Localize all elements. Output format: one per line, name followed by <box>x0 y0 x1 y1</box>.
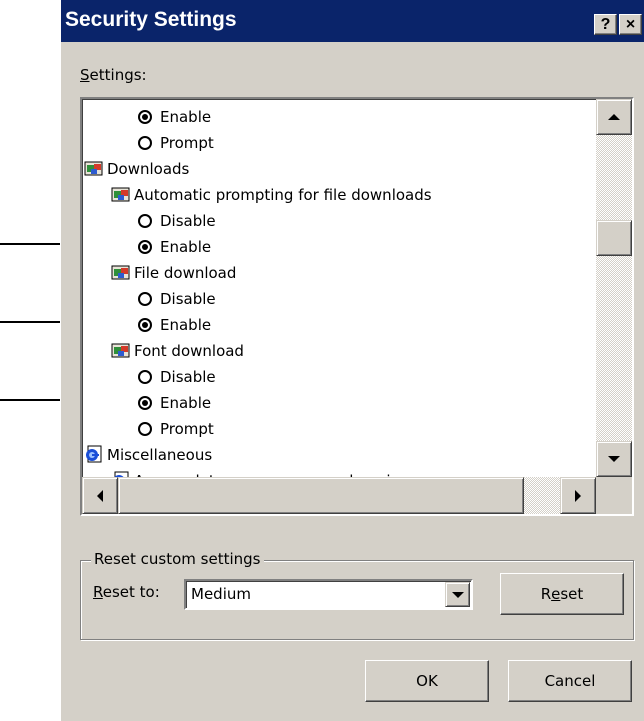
tree-item-label: Enable <box>160 394 212 412</box>
ok-button[interactable]: OK <box>365 660 489 702</box>
option-prompt[interactable]: Prompt <box>138 130 214 156</box>
option-enable[interactable]: Enable <box>138 234 211 260</box>
dialog-title: Security Settings <box>65 8 237 31</box>
tree-item-label: File download <box>134 264 237 282</box>
arrow-right-icon <box>575 489 581 502</box>
radio-unchecked-icon[interactable] <box>138 214 152 228</box>
tree-item-label: Automatic prompting for file downloads <box>134 186 432 204</box>
scrollbar-corner <box>596 477 632 514</box>
reset-button[interactable]: Re set <box>500 573 624 615</box>
arrow-down-icon <box>608 456 620 462</box>
tree-item-label: Disable <box>160 212 216 230</box>
option-prompt[interactable]: Prompt <box>138 416 214 442</box>
reset-to-label: Reset to: <box>93 583 160 601</box>
tree-setting[interactable]: Access data sources across domains <box>111 468 408 477</box>
tree-category[interactable]: Downloads <box>84 156 189 182</box>
settings-folder-icon <box>111 265 130 280</box>
tree-item-label: Enable <box>160 238 212 256</box>
scroll-right-button[interactable] <box>560 477 596 514</box>
settings-label: Settings: <box>80 66 147 84</box>
option-enable[interactable]: Enable <box>138 104 211 130</box>
radio-unchecked-icon[interactable] <box>138 136 152 150</box>
help-icon: ? <box>600 16 611 33</box>
tree-item-label: Enable <box>160 108 212 126</box>
vertical-scrollbar[interactable] <box>596 99 632 477</box>
ie-page-icon <box>86 445 102 463</box>
tree-item-label: Prompt <box>160 134 214 152</box>
security-settings-dialog: Security Settings ? × Settings: Enable Pr… <box>60 0 644 721</box>
radio-checked-icon[interactable] <box>138 318 152 332</box>
radio-unchecked-icon[interactable] <box>138 422 152 436</box>
option-disable[interactable]: Disable <box>138 286 216 312</box>
radio-unchecked-icon[interactable] <box>138 370 152 384</box>
horizontal-scrollbar[interactable] <box>82 477 596 514</box>
tree-category[interactable]: Miscellaneous <box>84 442 212 468</box>
group-legend: Reset custom settings <box>91 550 264 568</box>
reset-level-select[interactable]: Medium <box>184 579 473 610</box>
radio-checked-icon[interactable] <box>138 110 152 124</box>
tree-item-label: Disable <box>160 368 216 386</box>
settings-folder-icon <box>84 161 103 176</box>
radio-unchecked-icon[interactable] <box>138 292 152 306</box>
help-button[interactable]: ? <box>594 14 617 35</box>
vertical-scroll-thumb[interactable] <box>596 220 632 256</box>
tree-item-label: Downloads <box>107 160 190 178</box>
close-button[interactable]: × <box>619 14 642 35</box>
option-disable[interactable]: Disable <box>138 364 216 390</box>
tree-setting[interactable]: Automatic prompting for file downloads <box>111 182 432 208</box>
cancel-button[interactable]: Cancel <box>508 660 632 702</box>
scroll-down-button[interactable] <box>596 441 632 477</box>
tree-setting[interactable]: File download <box>111 260 236 286</box>
settings-tree-list[interactable]: Enable Prompt Downloads Automatic prompting… <box>80 97 634 516</box>
radio-checked-icon[interactable] <box>138 240 152 254</box>
tree-item-label: Prompt <box>160 420 214 438</box>
settings-tree[interactable]: Enable Prompt Downloads Automatic prompting… <box>82 99 596 477</box>
chevron-down-icon <box>451 591 464 598</box>
title-bar[interactable]: Security Settings ? × <box>61 0 644 42</box>
settings-folder-icon <box>111 343 130 358</box>
scroll-up-button[interactable] <box>596 99 632 135</box>
scroll-left-button[interactable] <box>82 477 118 514</box>
horizontal-scroll-thumb[interactable] <box>118 477 524 514</box>
reset-level-value: Medium <box>191 585 251 603</box>
arrow-left-icon <box>97 489 103 502</box>
tree-setting[interactable]: Font download <box>111 338 244 364</box>
reset-level-dropdown-button[interactable] <box>445 582 470 607</box>
option-disable[interactable]: Disable <box>138 208 216 234</box>
arrow-up-icon <box>608 114 620 120</box>
settings-folder-icon <box>111 187 130 202</box>
tree-item-label: Font download <box>134 342 244 360</box>
tree-item-label: Miscellaneous <box>107 446 213 464</box>
reset-custom-settings-group: Reset custom settings Reset to: Medium R… <box>80 550 634 640</box>
tree-item-label: Enable <box>160 316 212 334</box>
option-enable[interactable]: Enable <box>138 312 211 338</box>
tree-item-label: Disable <box>160 290 216 308</box>
radio-checked-icon[interactable] <box>138 396 152 410</box>
option-enable[interactable]: Enable <box>138 390 211 416</box>
close-icon: × <box>625 16 636 33</box>
